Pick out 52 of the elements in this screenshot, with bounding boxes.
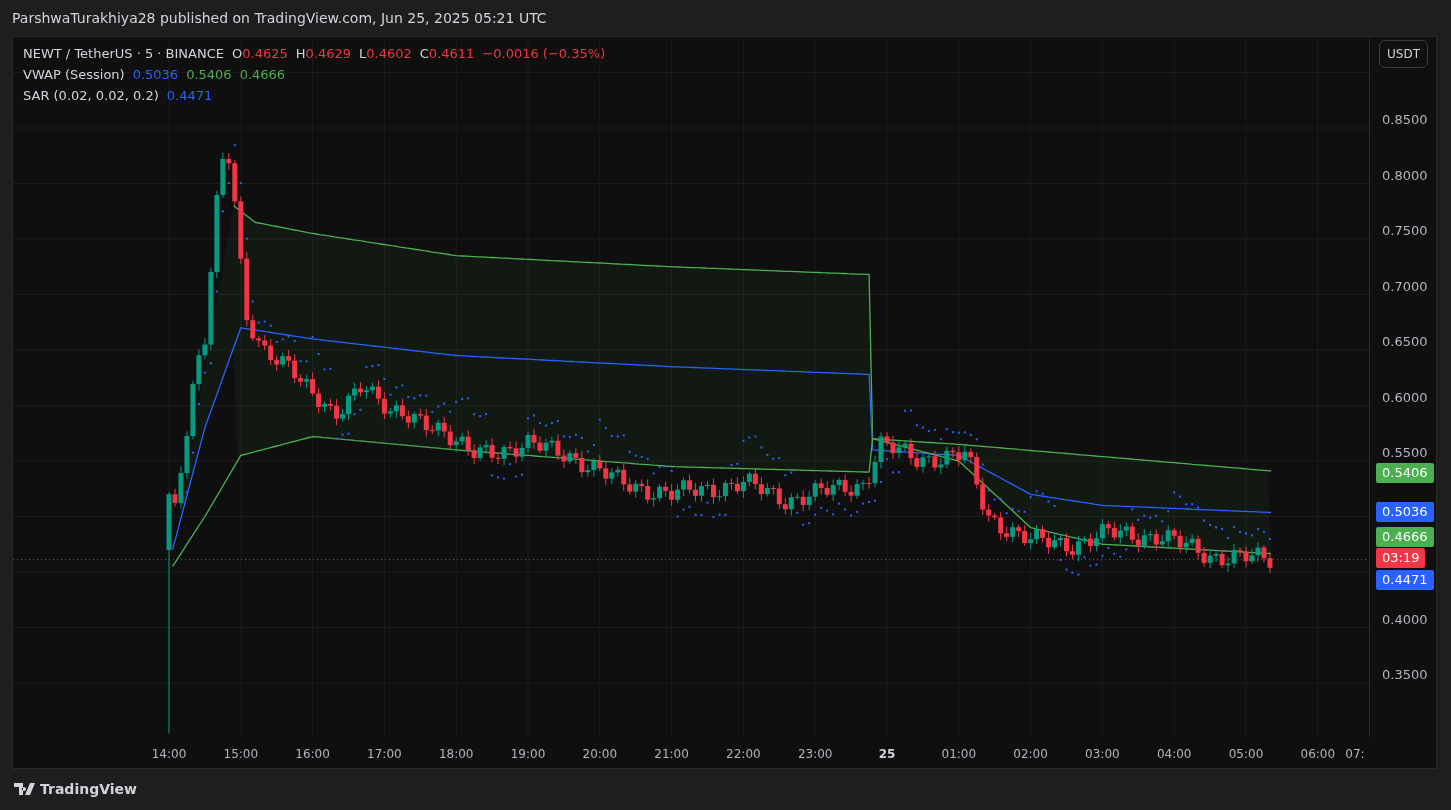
price-tick-label: 0.6000 [1382, 390, 1428, 405]
logo-icon [14, 783, 36, 795]
indicator-name: SAR (0.02, 0.02, 0.2) [23, 87, 159, 105]
time-label: 25 [878, 746, 896, 763]
time-label: 06:00 [1300, 746, 1336, 763]
price-tag: 0.5036 [1376, 502, 1434, 522]
time-label: 03:00 [1085, 746, 1120, 763]
price-tick-label: 0.8000 [1382, 168, 1428, 183]
time-label: 07: [1345, 746, 1365, 763]
indicator-value: 0.4471 [166, 87, 213, 105]
price-tick-label: 0.8500 [1382, 113, 1428, 127]
price-tag: 0.4471 [1376, 570, 1434, 590]
time-label: 21:00 [654, 746, 689, 763]
ohlc-label: O [232, 45, 243, 63]
time-label: 05:00 [1228, 746, 1264, 763]
indicator-value: 0.5406 [186, 66, 232, 84]
price-change: −0.0016 (−0.35%) [482, 45, 606, 63]
time-label: 14:00 [151, 746, 187, 763]
time-label: 22:00 [726, 746, 761, 763]
ohlc-label: H [295, 45, 306, 63]
currency-button[interactable]: USDT [1379, 40, 1428, 68]
price-tick-label: 0.4000 [1382, 612, 1428, 627]
time-label: 18:00 [438, 746, 474, 763]
brand-name: TradingView [40, 779, 137, 799]
price-tag: 0.5406 [1376, 463, 1434, 483]
ohlc-value: 0.4625 [242, 45, 288, 63]
price-tick-label: 0.7500 [1382, 224, 1428, 238]
time-label: 20:00 [582, 746, 618, 763]
time-label: 04:00 [1156, 746, 1192, 763]
time-label: 15:00 [223, 746, 259, 763]
price-tag: 03:19 [1376, 548, 1426, 568]
time-label: 19:00 [510, 746, 546, 763]
publish-info: ParshwaTurakhiya28 published on TradingView.com, Jun 25, 2025 05:21 UTC [12, 8, 547, 28]
indicator-value: 0.5036 [132, 66, 179, 84]
symbol-title: NEWT / TetherUS · 5 · BINANCE [23, 45, 224, 63]
ohlc-label: L [359, 45, 367, 63]
time-label: 16:00 [295, 746, 330, 763]
time-label: 17:00 [367, 746, 402, 763]
indicator-value: 0.4666 [239, 66, 286, 84]
price-tick-label: 0.5500 [1382, 446, 1428, 460]
time-label: 23:00 [797, 746, 833, 763]
ohlc-value: 0.4629 [305, 45, 352, 63]
price-tick-label: 0.7000 [1382, 279, 1428, 294]
ohlc-value: 0.4611 [428, 45, 475, 63]
time-label: 02:00 [1013, 746, 1048, 763]
indicator-name: VWAP (Session) [23, 66, 125, 84]
ohlc-value: 0.4602 [366, 45, 412, 63]
ohlc-label: C [419, 45, 429, 63]
time-label: 01:00 [941, 746, 977, 763]
price-tag: 0.4666 [1376, 527, 1434, 547]
price-tick-label: 0.3500 [1382, 668, 1428, 682]
price-tick-label: 0.6500 [1382, 335, 1428, 349]
